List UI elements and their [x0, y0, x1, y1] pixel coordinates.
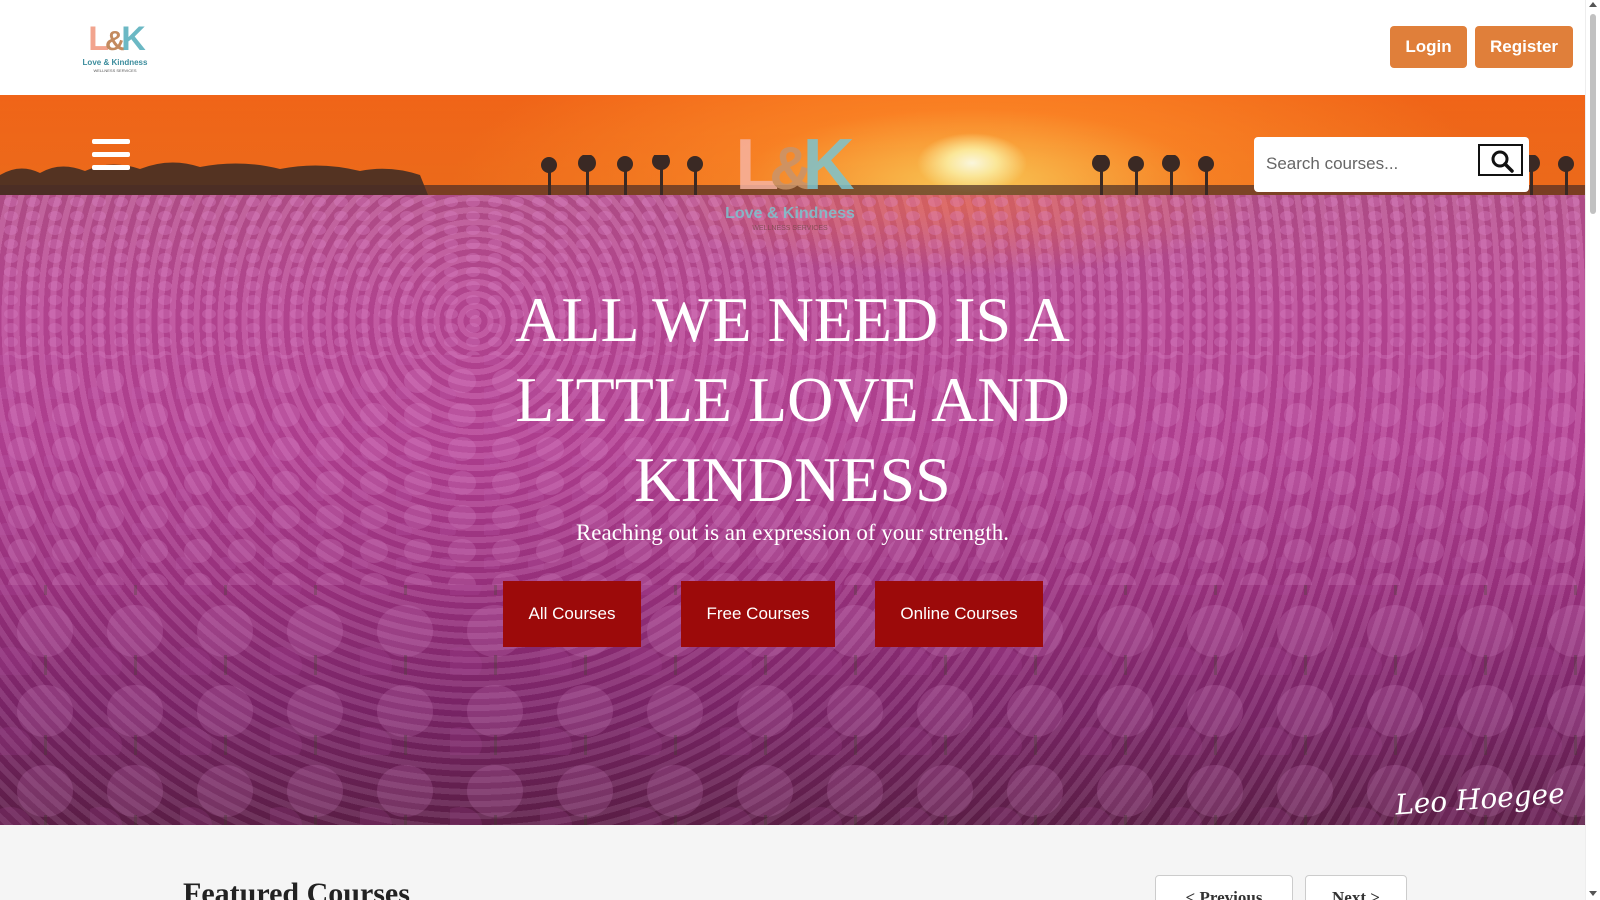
- featured-section: Featured Courses < Previous Next >: [0, 825, 1585, 900]
- logo-tagline: WELLNESS SERVICES: [93, 68, 137, 73]
- hero-subheading: Reaching out is an expression of your st…: [575, 520, 1010, 545]
- online-courses-button[interactable]: Online Courses: [875, 581, 1043, 647]
- search-box: [1254, 137, 1529, 192]
- scroll-down-arrow-icon[interactable]: [1589, 891, 1597, 896]
- logo-name: Love & Kindness: [82, 58, 148, 67]
- login-button[interactable]: Login: [1390, 26, 1467, 68]
- hamburger-icon[interactable]: [92, 139, 130, 171]
- search-icon: [1491, 150, 1514, 173]
- previous-button[interactable]: < Previous: [1155, 875, 1293, 900]
- hero-banner: L&K Love & Kindness WELLNESS SERVICES AL…: [0, 95, 1585, 825]
- hero-logo-mark: L&K: [735, 125, 854, 205]
- logo-mark: L&K: [88, 20, 145, 58]
- all-courses-button[interactable]: All Courses: [503, 581, 641, 647]
- site-logo[interactable]: L&K Love & Kindness WELLNESS SERVICES: [78, 20, 152, 74]
- featured-title: Featured Courses: [183, 877, 410, 900]
- hero-logo: L&K Love & Kindness WELLNESS SERVICES: [715, 125, 865, 233]
- scroll-up-arrow-icon[interactable]: [1589, 2, 1597, 7]
- hero-heading: ALL WE NEED IS A LITTLE LOVE AND KINDNES…: [515, 284, 1070, 515]
- top-header: L&K Love & Kindness WELLNESS SERVICES Lo…: [0, 0, 1585, 95]
- search-button[interactable]: [1478, 144, 1523, 176]
- hero-logo-tagline: WELLNESS SERVICES: [752, 225, 828, 232]
- free-courses-button[interactable]: Free Courses: [681, 581, 835, 647]
- register-button[interactable]: Register: [1475, 26, 1573, 68]
- scroll-thumb[interactable]: [1590, 14, 1596, 214]
- hero-logo-name: Love & Kindness: [725, 205, 855, 222]
- page-scrollbar[interactable]: [1585, 0, 1600, 900]
- search-input[interactable]: [1266, 149, 1476, 179]
- next-button[interactable]: Next >: [1305, 875, 1407, 900]
